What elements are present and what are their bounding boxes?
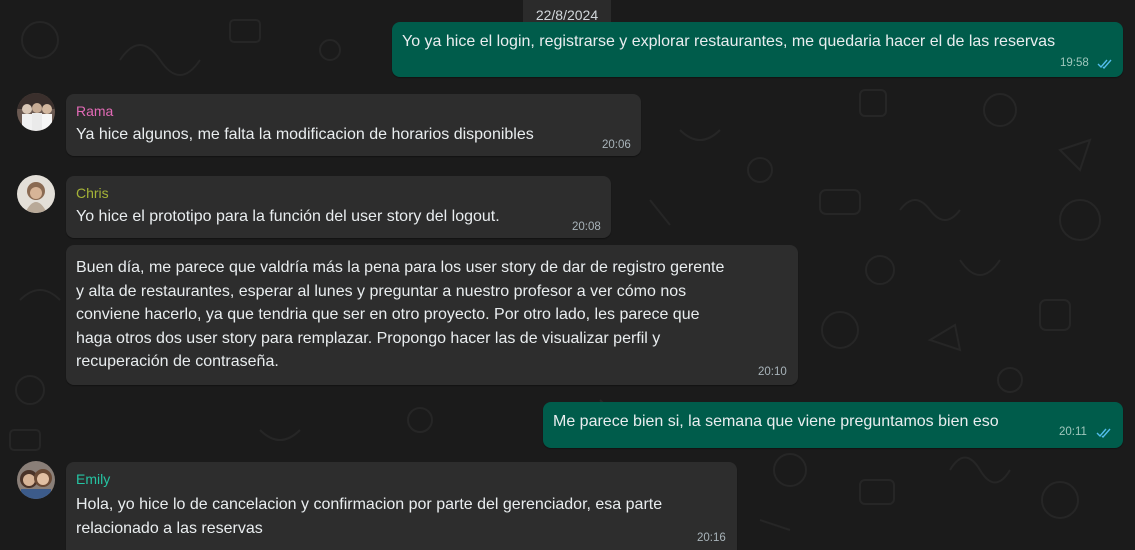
message-text: Ya hice algunos, me falta la modificacio… (76, 126, 534, 143)
message-incoming[interactable]: Rama Ya hice algunos, me falta la modifi… (66, 94, 641, 156)
message-time: 20:11 (1059, 426, 1087, 438)
avatar-photo (17, 93, 55, 131)
message-text: conviene hacerlo, ya que tendria que ser… (76, 306, 700, 323)
avatar-photo (17, 461, 55, 499)
sender-name[interactable]: Rama (76, 103, 113, 119)
message-text: Yo hice el prototipo para la función del… (76, 208, 500, 225)
double-check-read-icon (1097, 59, 1112, 69)
double-check-read-icon (1096, 428, 1111, 438)
message-text: Buen día, me parece que valdría más la p… (76, 259, 725, 276)
message-incoming[interactable]: Buen día, me parece que valdría más la p… (66, 245, 798, 385)
message-text: Yo ya hice el login, registrarse y explo… (402, 33, 1056, 50)
avatar-chris[interactable] (17, 175, 55, 213)
message-outgoing[interactable]: Yo ya hice el login, registrarse y explo… (392, 22, 1123, 77)
avatar-rama[interactable] (17, 93, 55, 131)
message-text: recuperación de contraseña. (76, 353, 279, 370)
message-time: 20:16 (697, 532, 726, 544)
message-time: 20:08 (572, 221, 601, 233)
message-incoming[interactable]: Chris Yo hice el prototipo para la funci… (66, 176, 611, 238)
message-time: 20:10 (758, 366, 787, 378)
message-text: y alta de restaurantes, esperar al lunes… (76, 282, 687, 300)
message-text: Hola, yo hice lo de cancelacion y confir… (76, 496, 663, 513)
message-incoming[interactable]: Emily Hola, yo hice lo de cancelacion y … (66, 462, 737, 550)
sender-name[interactable]: Emily (76, 471, 110, 487)
avatar-emily[interactable] (17, 461, 55, 499)
avatar-photo (17, 175, 55, 213)
message-text: haga otros dos user story para remplazar… (76, 329, 661, 347)
sender-name[interactable]: Chris (76, 185, 109, 201)
message-text: relacionado a las reservas (76, 519, 263, 537)
message-outgoing[interactable]: Me parece bien si, la semana que viene p… (543, 402, 1123, 448)
message-time: 20:06 (602, 139, 631, 151)
message-time: 19:58 (1060, 57, 1089, 69)
message-text: Me parece bien si, la semana que viene p… (553, 413, 999, 430)
